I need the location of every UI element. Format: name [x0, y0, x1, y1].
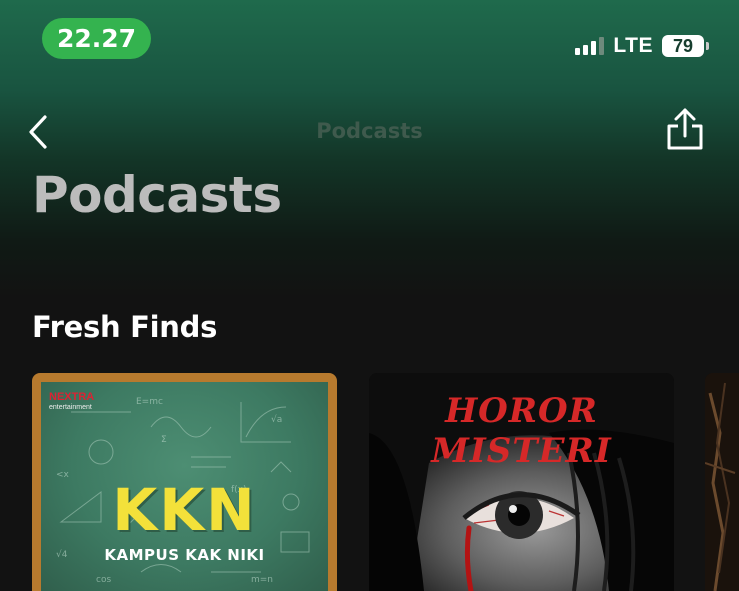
nav-title: Podcasts	[316, 119, 423, 143]
svg-text:Σ: Σ	[161, 435, 167, 445]
svg-text:E=mc: E=mc	[136, 397, 163, 407]
status-time: 22.27	[42, 18, 151, 59]
share-button[interactable]	[665, 106, 705, 152]
card-title: HOROR MISTERI	[431, 391, 612, 471]
status-time-text: 22.27	[56, 24, 137, 53]
card-title: KKN	[112, 476, 257, 544]
network-type: LTE	[613, 34, 653, 57]
share-icon	[667, 108, 703, 150]
svg-text:√a: √a	[271, 414, 282, 425]
page-title: Podcasts	[32, 166, 282, 224]
section-title: Fresh Finds	[32, 310, 218, 344]
podcast-cover	[705, 373, 739, 591]
svg-text:cos: cos	[96, 575, 111, 585]
podcast-card-partial[interactable]	[705, 373, 739, 591]
svg-text:m=n: m=n	[251, 575, 273, 585]
podcast-card-horor-misteri[interactable]: HOROR MISTERI	[369, 373, 674, 591]
battery-level: 79	[662, 35, 704, 57]
status-indicators: LTE 79	[575, 33, 709, 59]
podcast-card-kkn[interactable]: E=mc f(x) <x √4 m=n cos √a Σ NEXTRA ente…	[32, 373, 337, 591]
publisher-logo-sub: entertainment	[49, 404, 92, 411]
card-subtitle: KAMPUS KAK NIKI	[104, 546, 265, 564]
signal-icon	[575, 37, 605, 55]
podcast-cover: E=mc f(x) <x √4 m=n cos √a Σ NEXTRA ente…	[41, 382, 328, 591]
battery-icon: 79	[662, 35, 709, 57]
publisher-logo: NEXTRA	[49, 391, 95, 403]
